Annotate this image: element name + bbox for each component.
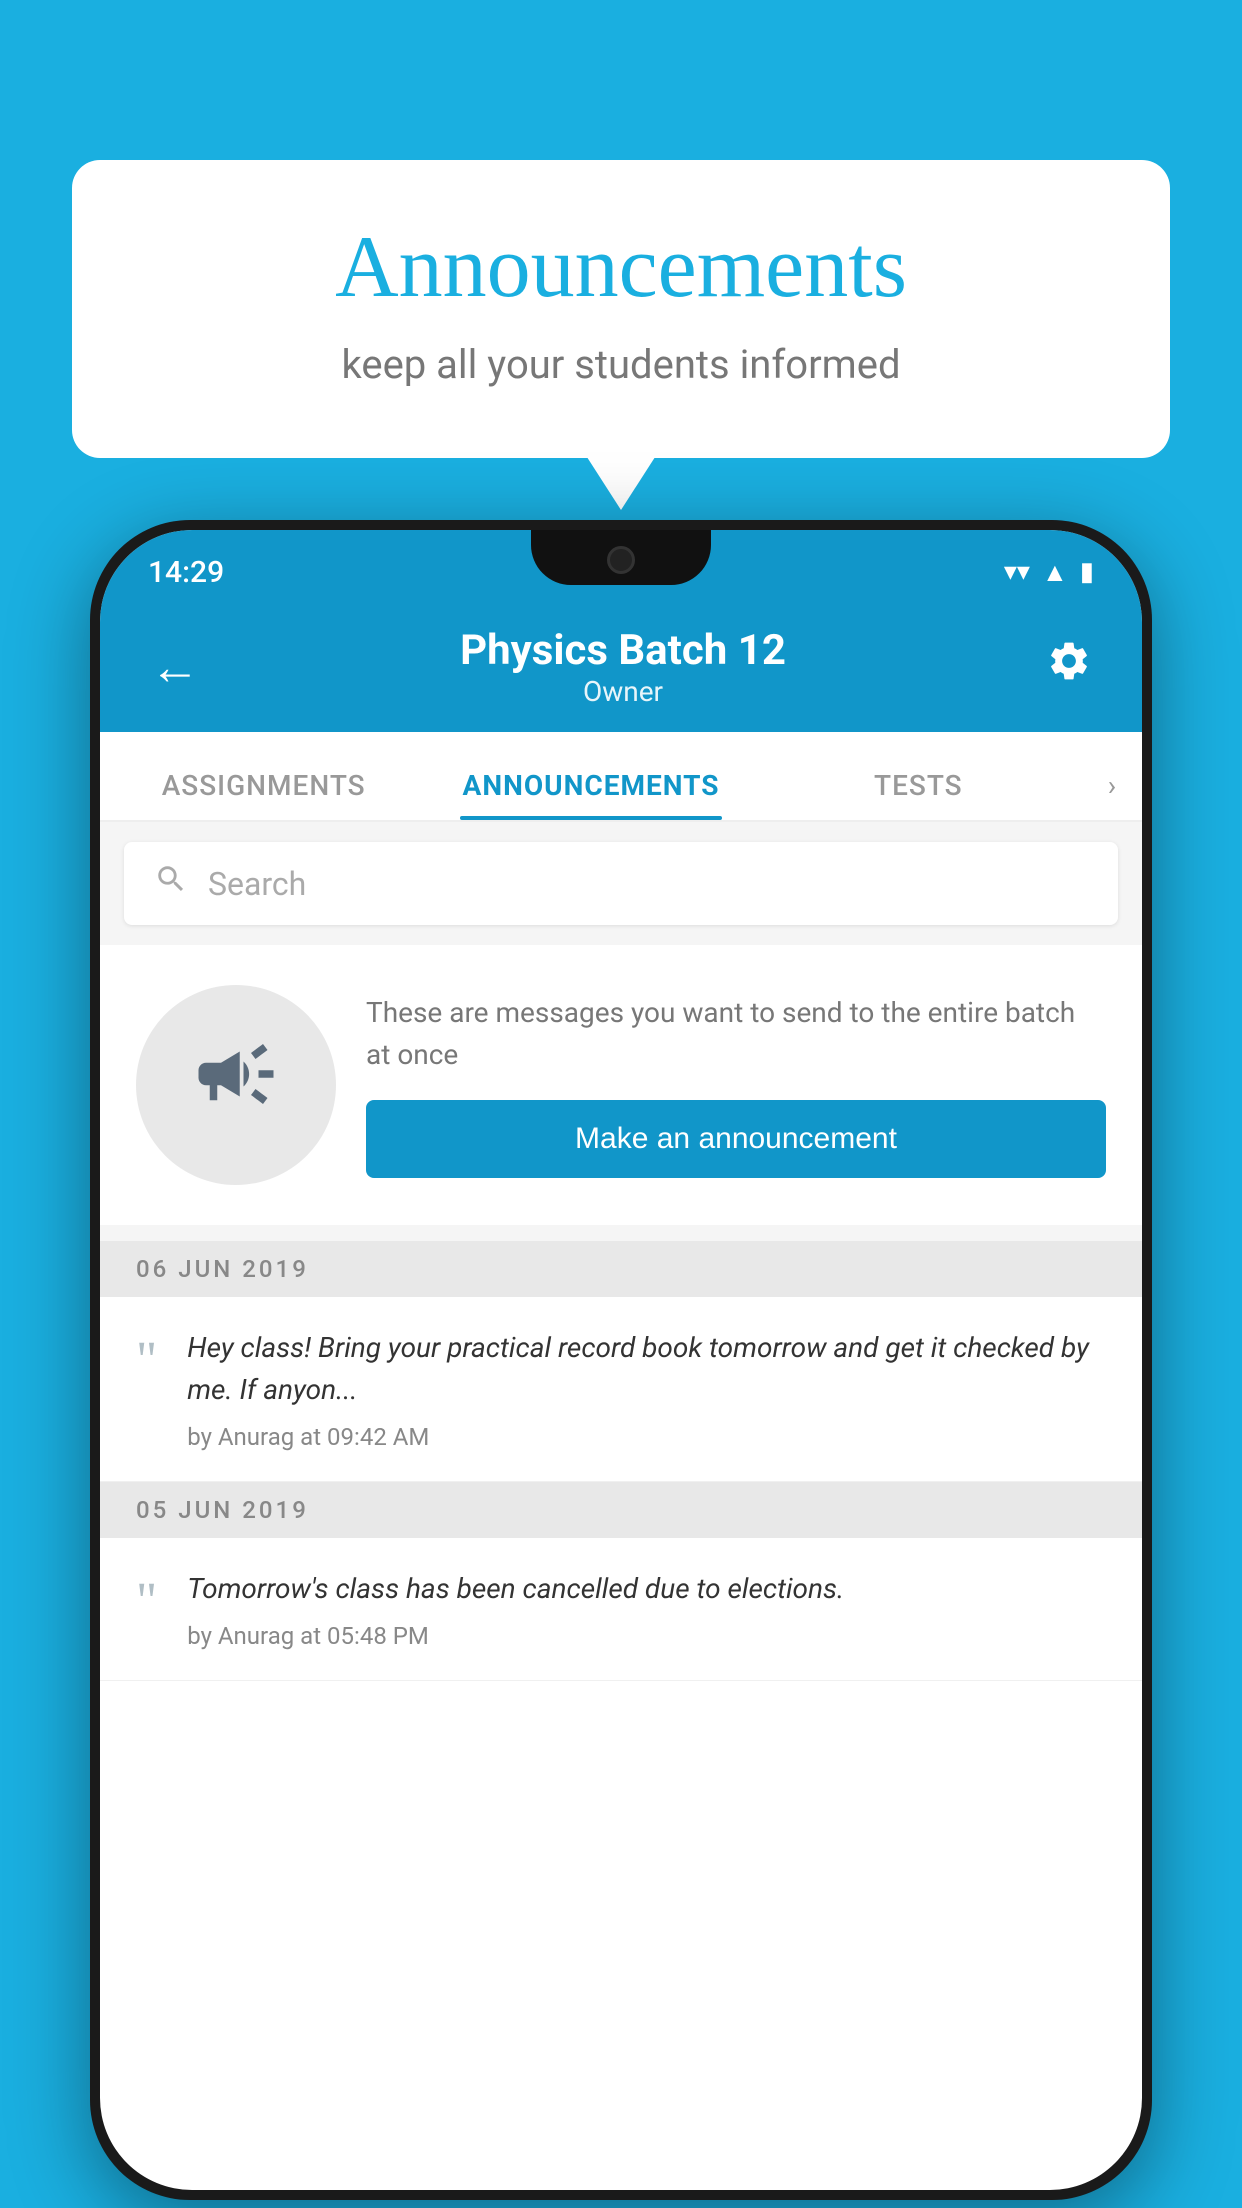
back-button[interactable]: ← [140,628,210,707]
announcement-item-2[interactable]: " Tomorrow's class has been cancelled du… [100,1538,1142,1681]
announcement-content-2: Tomorrow's class has been cancelled due … [187,1568,844,1650]
tab-announcements[interactable]: ANNOUNCEMENTS [427,769,754,820]
tab-more-icon[interactable]: › [1082,769,1142,820]
date-separator-2: 05 JUN 2019 [100,1482,1142,1538]
phone-notch [531,530,711,585]
megaphone-icon [191,1029,281,1141]
date-label-2: 05 JUN 2019 [136,1496,309,1524]
phone-inner: 14:29 ▾▾ ▲ ▮ ← Physics Batch 12 Owner [100,530,1142,2190]
header-title-block: Physics Batch 12 Owner [460,626,786,708]
promo-description: These are messages you want to send to t… [366,992,1106,1076]
promo-card: These are messages you want to send to t… [100,945,1142,1225]
batch-title: Physics Batch 12 [460,626,786,675]
tabs-bar: ASSIGNMENTS ANNOUNCEMENTS TESTS › [100,732,1142,822]
speech-bubble-subtitle: keep all your students informed [152,341,1090,388]
date-separator-1: 06 JUN 2019 [100,1241,1142,1297]
tab-tests[interactable]: TESTS [755,769,1082,820]
status-icons: ▾▾ ▲ ▮ [1004,557,1094,588]
promo-icon-circle [136,985,336,1185]
speech-bubble-title: Announcements [152,220,1090,317]
phone-container: 14:29 ▾▾ ▲ ▮ ← Physics Batch 12 Owner [90,520,1152,2208]
announcement-item-1[interactable]: " Hey class! Bring your practical record… [100,1297,1142,1482]
speech-bubble-section: Announcements keep all your students inf… [72,160,1170,458]
batch-subtitle: Owner [460,675,786,708]
promo-content: These are messages you want to send to t… [366,992,1106,1178]
announcement-text-2: Tomorrow's class has been cancelled due … [187,1568,844,1610]
search-icon [154,862,188,905]
content-area: Search These are messages you [100,822,1142,1681]
tab-assignments[interactable]: ASSIGNMENTS [100,769,427,820]
quote-icon-1: " [136,1335,157,1387]
announcement-content-1: Hey class! Bring your practical record b… [187,1327,1106,1451]
search-placeholder-text: Search [208,865,306,903]
quote-icon-2: " [136,1576,157,1628]
phone-frame: 14:29 ▾▾ ▲ ▮ ← Physics Batch 12 Owner [90,520,1152,2200]
search-bar[interactable]: Search [124,842,1118,925]
settings-button[interactable] [1036,628,1102,706]
signal-icon: ▲ [1042,557,1068,588]
front-camera [607,546,635,574]
status-time: 14:29 [148,555,224,590]
make-announcement-button[interactable]: Make an announcement [366,1100,1106,1178]
phone-screen: 14:29 ▾▾ ▲ ▮ ← Physics Batch 12 Owner [100,530,1142,2190]
date-label-1: 06 JUN 2019 [136,1255,309,1283]
speech-bubble: Announcements keep all your students inf… [72,160,1170,458]
app-header: ← Physics Batch 12 Owner [100,602,1142,732]
announcement-meta-2: by Anurag at 05:48 PM [187,1622,844,1650]
announcement-text-1: Hey class! Bring your practical record b… [187,1327,1106,1411]
battery-icon: ▮ [1080,557,1094,587]
wifi-icon: ▾▾ [1004,557,1030,587]
announcement-meta-1: by Anurag at 09:42 AM [187,1423,1106,1451]
